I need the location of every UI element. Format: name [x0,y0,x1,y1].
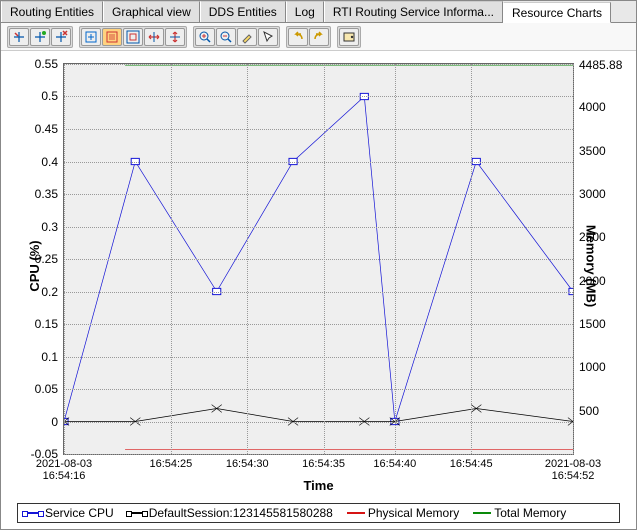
undo-icon[interactable] [288,28,308,46]
redo-icon[interactable] [309,28,329,46]
y-axis-left-label: CPU (%) [27,240,42,291]
ytick-left: 0.1 [41,350,64,364]
ytick-left: 0.05 [35,382,64,396]
ytick-right: 3500 [573,144,606,158]
tab-dds-entities[interactable]: DDS Entities [200,1,286,22]
xtick: 16:54:35 [302,454,345,470]
legend-label: DefaultSession:123145581580288 [149,506,333,520]
ytick-right: 3000 [573,187,606,201]
ytick-left: 0.15 [35,317,64,331]
legend-item-default-session[interactable]: DefaultSession:123145581580288 [128,506,333,520]
ytick-left: 0.35 [35,187,64,201]
chart-area: CPU (%) Memory (MB) -0.0500.050.10.150.2… [1,51,636,529]
tab-graphical-view[interactable]: Graphical view [103,1,200,22]
xtick: 16:54:45 [450,454,493,470]
legend-label: Total Memory [494,506,566,520]
legend-item-total-memory[interactable]: Total Memory [473,506,566,520]
xtick: 2021-08-03 16:54:52 [545,454,601,482]
tab-routing-entities[interactable]: Routing Entities [1,1,103,22]
tab-routing-service-info[interactable]: RTI Routing Service Informa... [324,1,503,22]
ytick-left: 0.4 [41,155,64,169]
eyedropper-icon[interactable] [237,28,257,46]
legend: Service CPU DefaultSession:1231455815802… [17,503,620,523]
ytick-left: 0.3 [41,220,64,234]
zoom-horizontal-icon[interactable] [144,28,164,46]
ytick-right: 500 [573,404,599,418]
legend-item-service-cpu[interactable]: Service CPU [24,506,114,520]
ytick-right: 1000 [573,360,606,374]
y-right-max-label: 4485.88 [573,58,622,72]
settings-icon[interactable] [339,28,359,46]
ytick-left: 0 [51,415,64,429]
xtick: 2021-08-03 16:54:16 [36,454,92,482]
pointer-icon[interactable] [258,28,278,46]
legend-label: Service CPU [45,506,114,520]
crosshair-edit-icon[interactable] [9,28,29,46]
zoom-vertical-icon[interactable] [165,28,185,46]
app-frame: Routing Entities Graphical view DDS Enti… [0,0,637,530]
x-axis-label: Time [303,478,333,493]
select-area-icon[interactable] [102,28,122,46]
select-scroll-icon[interactable] [81,28,101,46]
ytick-right: 4000 [573,100,606,114]
tab-log[interactable]: Log [286,1,324,22]
ytick-left: 0.25 [35,252,64,266]
crosshair-remove-icon[interactable] [51,28,71,46]
legend-label: Physical Memory [368,506,459,520]
ytick-left: 0.55 [35,57,64,71]
xtick: 16:54:25 [149,454,192,470]
ytick-left: 0.5 [41,89,64,103]
legend-item-physical-memory[interactable]: Physical Memory [347,506,459,520]
ytick-left: 0.2 [41,285,64,299]
zoom-in-icon[interactable] [195,28,215,46]
ytick-right: 2000 [573,274,606,288]
xtick: 16:54:30 [226,454,269,470]
xtick: 16:54:40 [373,454,416,470]
ytick-left: 0.45 [35,122,64,136]
tab-bar: Routing Entities Graphical view DDS Enti… [1,1,636,23]
crosshair-add-icon[interactable] [30,28,50,46]
ytick-right: 1500 [573,317,606,331]
zoom-out-icon[interactable] [216,28,236,46]
zoom-fit-icon[interactable] [123,28,143,46]
ytick-right: 2500 [573,230,606,244]
tab-resource-charts[interactable]: Resource Charts [503,2,611,23]
chart-toolbar [1,23,636,51]
plot-region[interactable]: -0.0500.050.10.150.20.250.30.350.40.450.… [63,63,574,455]
